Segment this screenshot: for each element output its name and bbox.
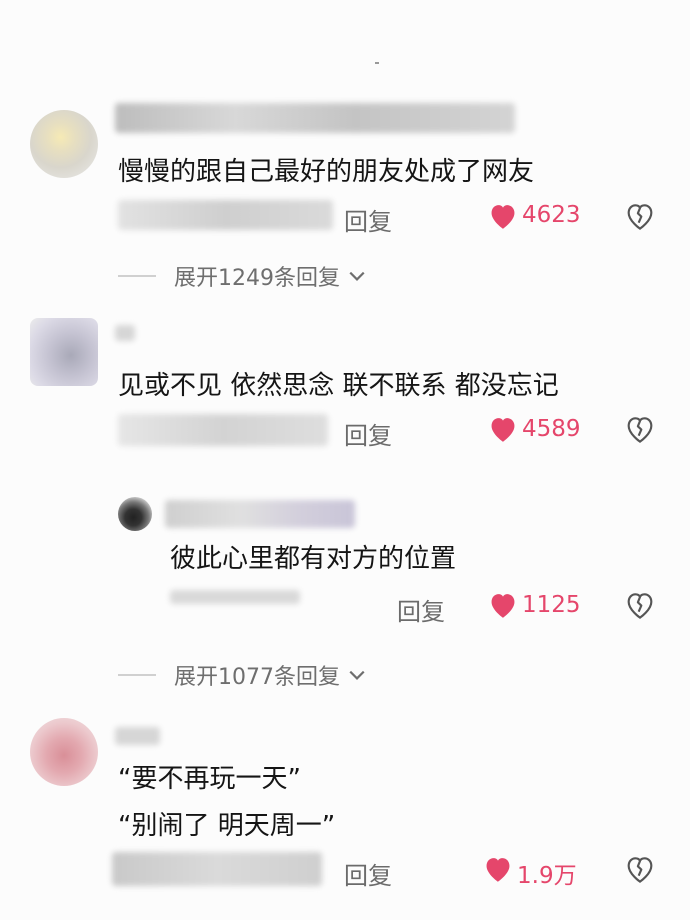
heart-icon[interactable] <box>482 855 514 883</box>
like-count: 4589 <box>522 416 581 442</box>
expand-replies[interactable]: 展开1249条回复 <box>118 260 366 292</box>
comment-text: 慢慢的跟自己最好的朋友处成了网友 <box>118 157 535 187</box>
avatar[interactable] <box>30 718 98 786</box>
comment-text: “别闹了 明天周一” <box>118 811 336 841</box>
reply-button[interactable]: 回复 <box>344 416 392 451</box>
username-blurred[interactable] <box>115 727 160 745</box>
heart-icon[interactable] <box>487 202 519 230</box>
comment-text: 彼此心里都有对方的位置 <box>170 544 457 574</box>
timestamp-blurred <box>118 200 333 230</box>
expand-replies[interactable]: 展开1077条回复 <box>118 659 366 691</box>
chevron-down-icon <box>349 271 365 281</box>
username-blurred[interactable] <box>115 325 135 341</box>
comment-text: 见或不见 依然思念 联不联系 都没忘记 <box>118 371 559 401</box>
broken-heart-icon[interactable] <box>624 414 656 444</box>
expand-line <box>118 275 156 277</box>
broken-heart-icon[interactable] <box>624 201 656 231</box>
expand-label: 展开1077条回复 <box>174 665 340 690</box>
expand-line <box>118 674 156 676</box>
reply-button[interactable]: 回复 <box>344 202 392 237</box>
avatar[interactable] <box>118 497 152 531</box>
broken-heart-icon[interactable] <box>624 854 656 884</box>
username-blurred[interactable] <box>165 500 355 528</box>
chevron-down-icon <box>349 670 365 680</box>
timestamp-blurred <box>118 414 328 446</box>
like-count: 4623 <box>522 202 581 228</box>
timestamp-blurred <box>112 852 322 886</box>
like-count: 1.9万 <box>517 863 577 889</box>
expand-label: 展开1249条回复 <box>174 266 340 291</box>
avatar[interactable] <box>30 110 98 178</box>
like-count: 1125 <box>522 592 581 618</box>
heart-icon[interactable] <box>487 415 519 443</box>
timestamp-blurred <box>170 590 300 604</box>
username-blurred[interactable] <box>115 103 515 133</box>
broken-heart-icon[interactable] <box>624 590 656 620</box>
heart-icon[interactable] <box>487 591 519 619</box>
comment-text: “要不再玩一天” <box>118 764 301 794</box>
reply-button[interactable]: 回复 <box>397 592 445 627</box>
reply-button[interactable]: 回复 <box>344 856 392 891</box>
avatar[interactable] <box>30 318 98 386</box>
divider-dot <box>375 62 379 64</box>
